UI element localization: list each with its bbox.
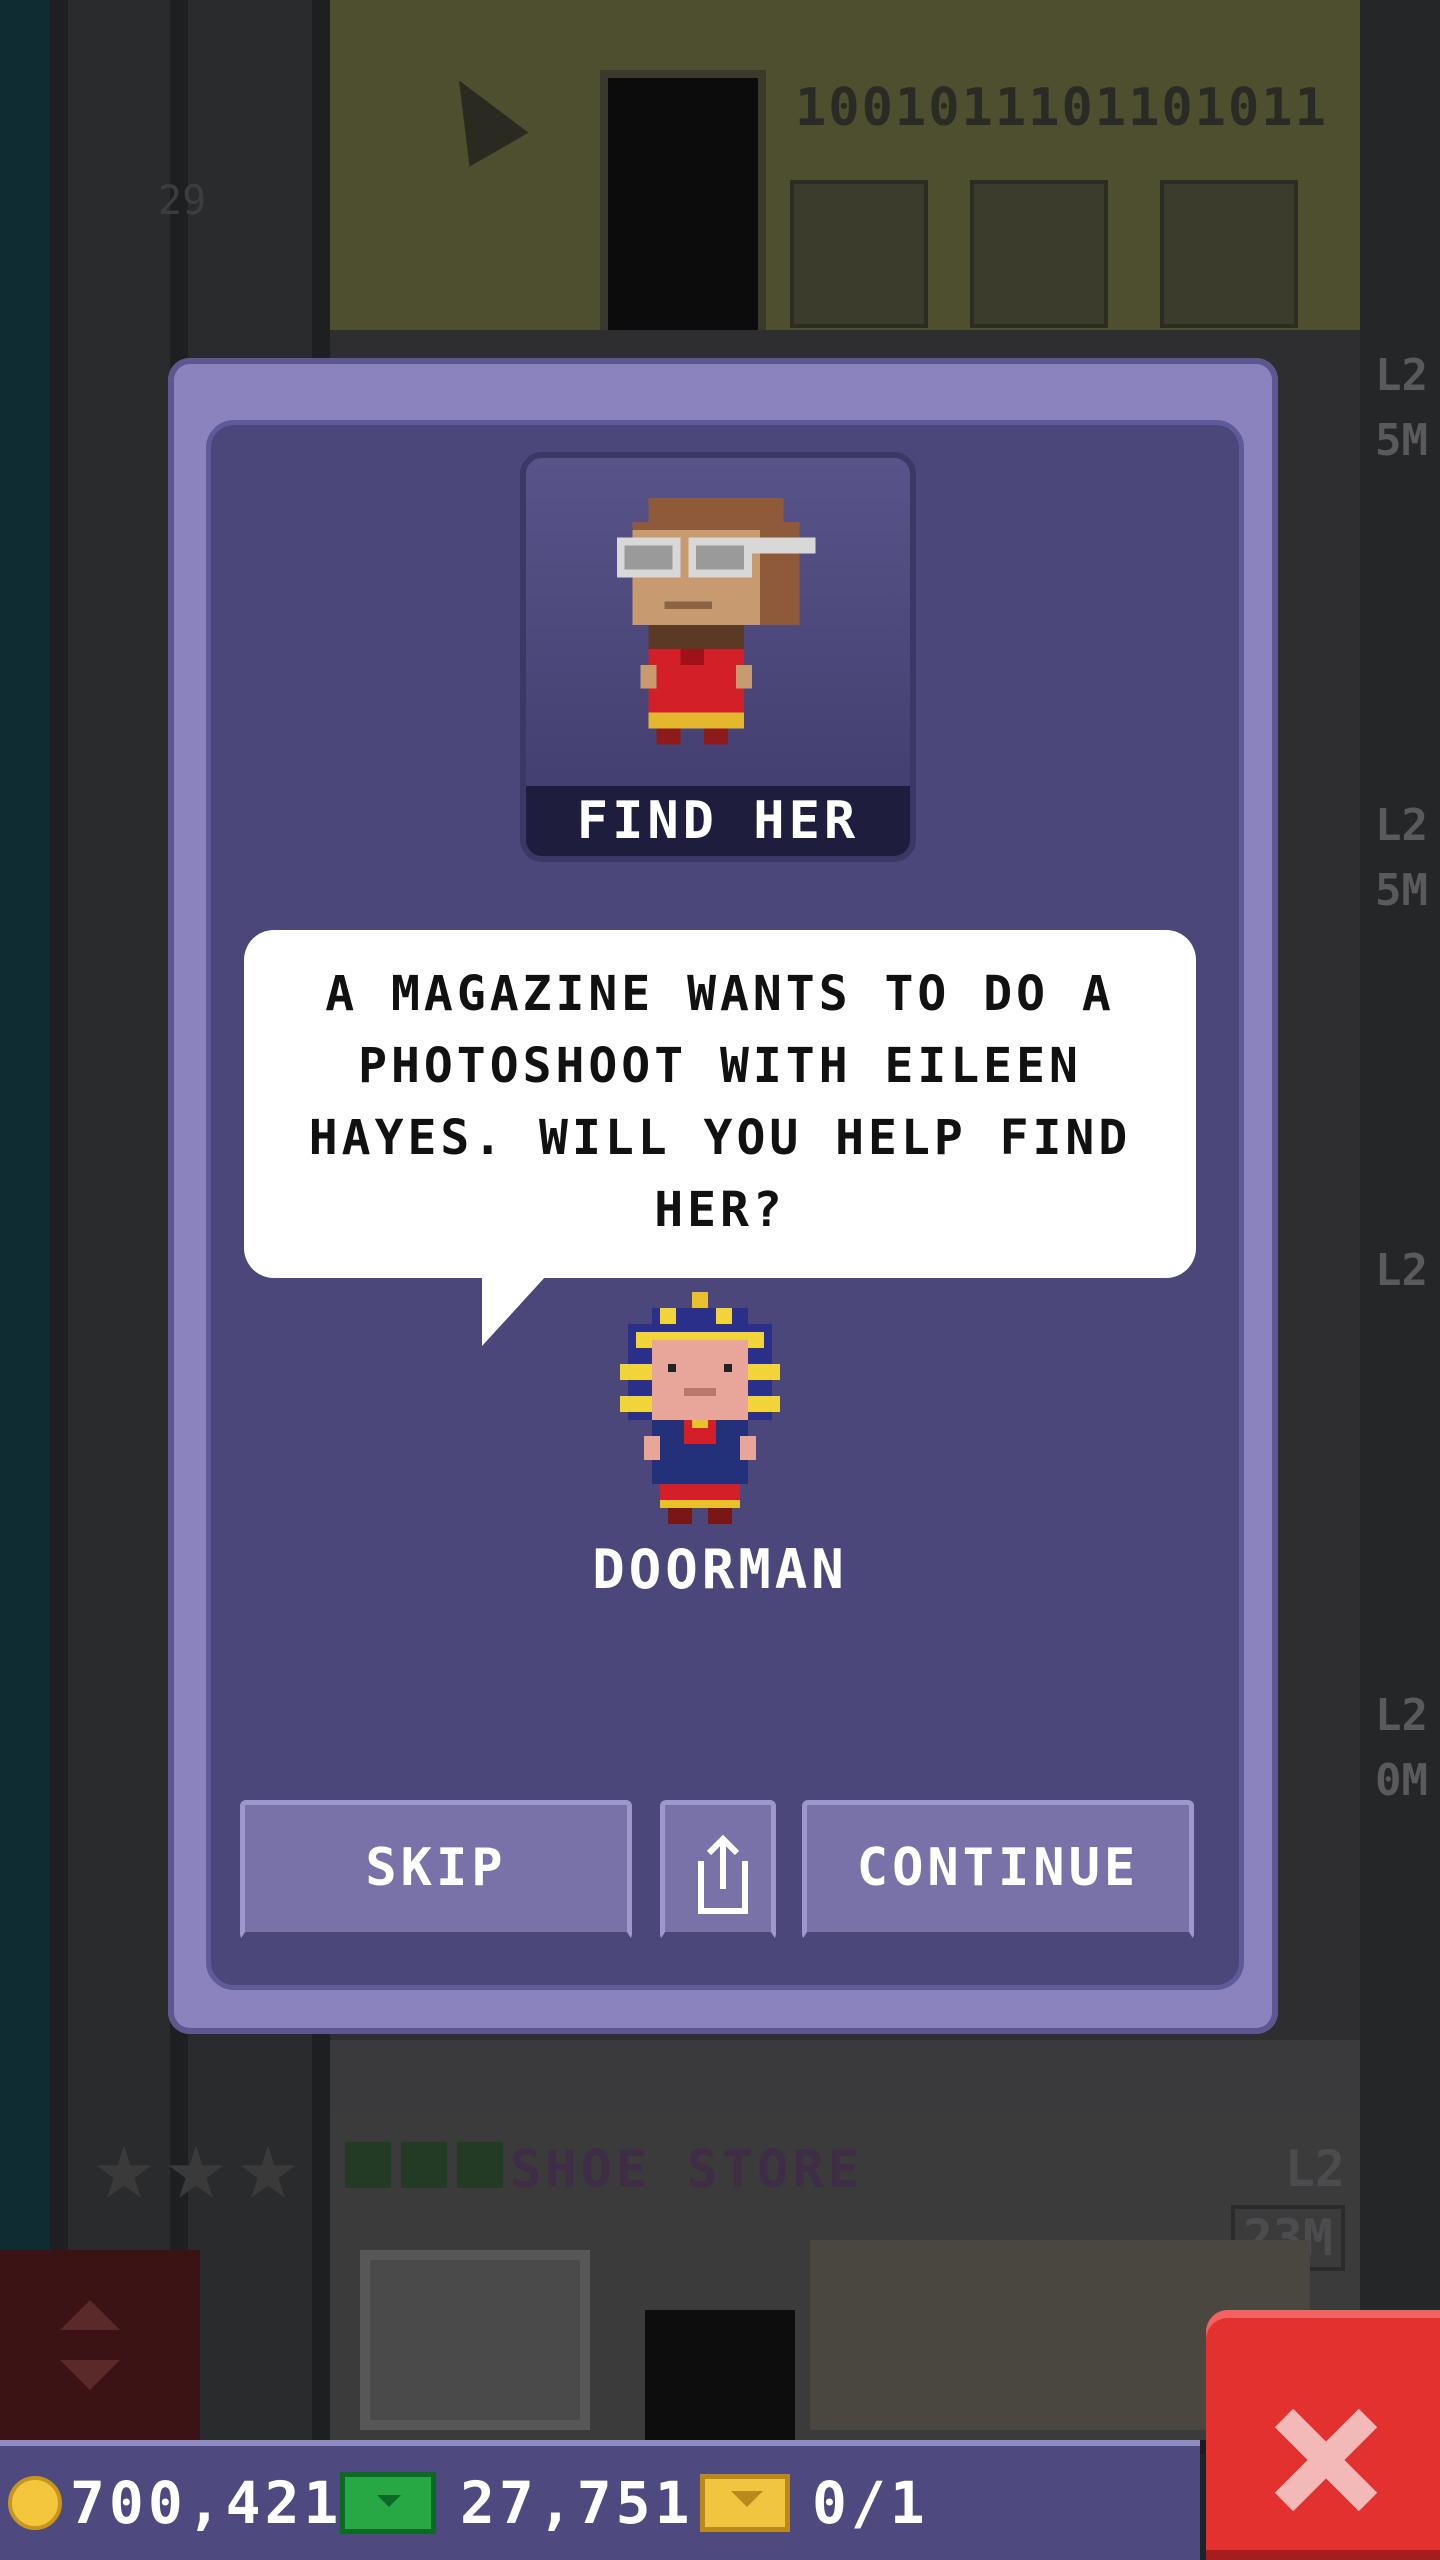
star-icon: [96, 2145, 152, 2198]
tickets-counter[interactable]: 0/1: [700, 2446, 929, 2560]
continue-button[interactable]: CONTINUE: [802, 1800, 1194, 1940]
floor-level-label: L2: [1375, 1690, 1428, 1741]
coin-icon: [8, 2476, 62, 2530]
doorman-avatar: [620, 1292, 780, 1524]
floor-level-label: L2: [1375, 800, 1428, 851]
skip-button[interactable]: SKIP: [240, 1800, 632, 1940]
find-her-banner: FIND HER: [526, 786, 910, 856]
floor-number: 29: [158, 178, 207, 224]
share-button[interactable]: [660, 1800, 776, 1940]
check-icon: [345, 2142, 391, 2188]
close-button[interactable]: [1206, 2310, 1440, 2560]
sky-strip: [0, 0, 50, 2440]
coins-counter: 700,421: [8, 2446, 342, 2560]
speaker-name: DOORMAN: [592, 1538, 848, 1601]
bux-icon: [340, 2472, 436, 2534]
floor-income-label: 0M: [1375, 1755, 1428, 1806]
star-icon: [168, 2145, 224, 2198]
coins-value: 700,421: [70, 2469, 343, 2537]
office-binary-text: 1001011101101011: [795, 78, 1328, 138]
close-icon: [1274, 2408, 1378, 2512]
right-column: L2 5M L2 5M L2 L2 0M: [1360, 0, 1440, 2440]
floor-stars: [95, 2145, 297, 2203]
shoe-picture: [360, 2250, 590, 2430]
shaft-rail: [50, 0, 68, 2440]
check-icon: [457, 2142, 503, 2188]
desk: [790, 180, 928, 328]
desk: [970, 180, 1108, 328]
target-portrait: FIND HER: [520, 452, 916, 862]
tickets-value: 0/1: [812, 2469, 929, 2537]
currency-bar: 700,421 27,751 0/1: [0, 2440, 1200, 2560]
shoe-store-title: SHOE STORE: [510, 2140, 864, 2200]
office-door: [600, 70, 766, 346]
ticket-icon: [700, 2474, 790, 2532]
bux-value: 27,751: [460, 2469, 694, 2537]
speech-bubble: A MAGAZINE WANTS TO DO A PHOTOSHOOT WITH…: [244, 930, 1196, 1278]
share-icon: [698, 1834, 748, 1914]
floor-level-label: L2: [1375, 350, 1428, 401]
floor-level-label: L2: [1375, 1245, 1428, 1296]
bux-counter[interactable]: 27,751: [340, 2446, 694, 2560]
star-icon: [240, 2145, 296, 2198]
clock-icon: [401, 2142, 447, 2188]
floor-income-label: 5M: [1375, 865, 1428, 916]
shoe-store-level: L2: [1284, 2140, 1345, 2198]
elevator-arrows-icon: [60, 2300, 120, 2390]
floor-income-label: 5M: [1375, 415, 1428, 466]
stock-status: [345, 2142, 503, 2188]
shoe-store-door: [645, 2310, 795, 2440]
eileen-hayes-avatar: [616, 498, 816, 745]
desk: [1160, 180, 1298, 328]
speech-bubble-tail: [482, 1276, 546, 1346]
